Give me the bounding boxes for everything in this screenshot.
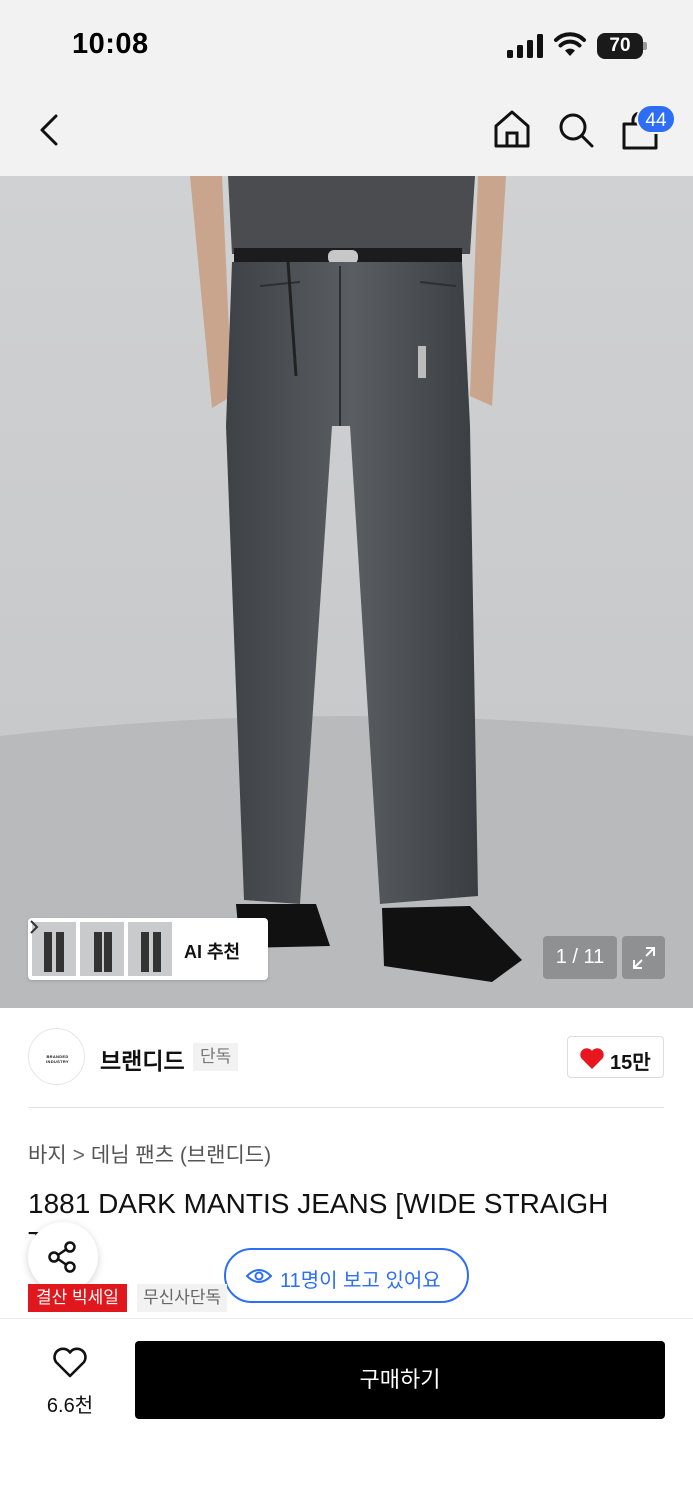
image-counter: 1 / 11 [543, 936, 617, 979]
cart-count-badge: 44 [636, 104, 676, 134]
expand-image-button[interactable] [622, 936, 665, 979]
musinsa-exclusive-tag: 무신사단독 [137, 1284, 228, 1312]
chevron-right-icon [30, 920, 39, 934]
product-title: 1881 DARK MANTIS JEANS [WIDE STRAIGH [28, 1188, 609, 1219]
top-nav [0, 90, 693, 176]
battery-icon: 70 [597, 33, 647, 59]
wifi-icon [554, 32, 586, 56]
heart-filled-icon [580, 1048, 604, 1069]
brand-logo[interactable]: BRANDED INDUSTRY [28, 1028, 85, 1085]
brand-logo-text: BRANDED INDUSTRY [46, 1054, 69, 1064]
battery-level: 70 [597, 33, 643, 59]
ai-thumb-2[interactable] [80, 922, 124, 976]
heart-outline-icon [53, 1347, 87, 1378]
brand-like-button[interactable]: 15만 [567, 1036, 664, 1078]
viewers-indicator: 11명이 보고 있어요 [224, 1248, 469, 1303]
breadcrumb-separator: > [72, 1144, 85, 1167]
breadcrumb: 바지 > 데님 팬츠 (브랜디드) [28, 1139, 271, 1169]
share-button[interactable] [28, 1222, 98, 1292]
buy-button[interactable]: 구매하기 [135, 1341, 665, 1419]
viewers-text: 11명이 보고 있어요 [280, 1270, 441, 1292]
ai-thumb-3[interactable] [128, 922, 172, 976]
sale-tag: 결산 빅세일 [28, 1284, 127, 1312]
wishlist-count: 6.6천 [46, 1395, 94, 1417]
bottom-action-bar: 6.6천 구매하기 [0, 1318, 693, 1500]
search-icon[interactable] [556, 110, 596, 150]
home-icon[interactable] [491, 108, 533, 150]
exclusive-tag: 단독 [193, 1043, 239, 1071]
cellular-signal-icon [507, 34, 543, 58]
share-icon [48, 1241, 76, 1273]
ai-recommend-label: AI 추천 [184, 942, 241, 962]
breadcrumb-subcategory[interactable]: 데님 팬츠 (브랜디드) [91, 1139, 271, 1169]
breadcrumb-category[interactable]: 바지 [28, 1139, 67, 1169]
status-bar: 10:08 70 [0, 0, 693, 90]
eye-icon [246, 1269, 272, 1283]
ai-recommend-strip[interactable]: AI 추천 [28, 918, 268, 980]
brand-name[interactable]: 브랜디드 [100, 1042, 185, 1076]
status-time: 10:08 [72, 28, 149, 60]
divider [28, 1107, 664, 1108]
wishlist-button[interactable]: 6.6천 [30, 1343, 110, 1423]
expand-icon [633, 947, 655, 969]
product-photo [0, 176, 693, 1008]
brand-like-count: 15만 [610, 1052, 651, 1074]
product-image[interactable]: AI 추천 1 / 11 [0, 176, 693, 1008]
back-icon[interactable] [30, 110, 70, 150]
